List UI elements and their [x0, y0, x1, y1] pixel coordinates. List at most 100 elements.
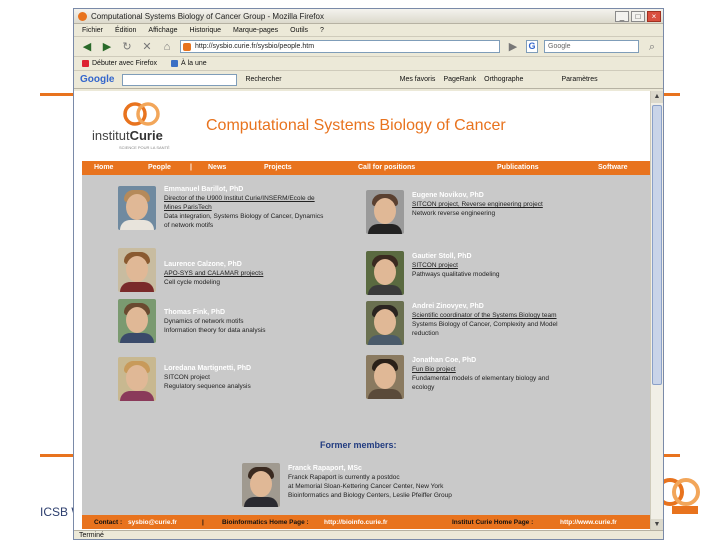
person-role-link[interactable]: Fun Bio project — [412, 366, 456, 373]
nav-news[interactable]: News — [208, 164, 226, 171]
logo-subtitle: SCIENCE POUR LA SANTÉ — [119, 145, 170, 150]
person-role-link[interactable]: APO-SYS and CALAMAR projects — [164, 270, 263, 277]
person-research: Network reverse engineering — [412, 210, 496, 217]
go-icon[interactable]: ▶ — [506, 40, 520, 54]
url-bar[interactable]: http://sysbio.curie.fr/sysbio/people.htm — [180, 40, 500, 53]
nav-software[interactable]: Software — [598, 164, 628, 171]
window-titlebar: Computational Systems Biology of Cancer … — [74, 9, 663, 24]
nav-people[interactable]: People — [148, 164, 171, 171]
nav-publications[interactable]: Publications — [497, 164, 539, 171]
person-name: Jonathan Coe, PhD — [412, 357, 477, 364]
person-research: Franck Rapaport is currently a postdoc — [288, 474, 400, 481]
slide-top-line-right — [664, 93, 680, 96]
google-settings-button[interactable]: Paramètres — [561, 76, 597, 83]
person-role-link[interactable]: Director of the U900 Institut Curie/INSE… — [164, 195, 315, 202]
google-toolbar-input[interactable] — [122, 73, 238, 86]
home-icon[interactable]: ⌂ — [160, 40, 174, 54]
menu-bookmarks[interactable]: Marque-pages — [233, 27, 278, 34]
institut-curie-logo[interactable]: institutCurie SCIENCE POUR LA SANTÉ — [92, 101, 182, 151]
close-button[interactable]: × — [647, 10, 661, 22]
url-text: http://sysbio.curie.fr/sysbio/people.htm — [195, 43, 315, 50]
person-photo — [366, 355, 404, 399]
stop-icon[interactable]: ✕ — [140, 40, 154, 54]
google-search-button[interactable]: Rechercher — [245, 76, 281, 83]
google-toolbar: Google Rechercher Mes favoris PageRank O… — [74, 71, 663, 89]
person-research: at Memorial Sloan-Kettering Cancer Cente… — [288, 483, 444, 490]
google-logo[interactable]: Google — [80, 74, 114, 85]
person-research: Data integration, Systems Biology of Can… — [164, 213, 324, 220]
person-name: Gautier Stoll, PhD — [412, 253, 472, 260]
person-research: Regulatory sequence analysis — [164, 383, 251, 390]
person-name: Loredana Martignetti, PhD — [164, 365, 252, 372]
menu-help[interactable]: ? — [320, 27, 324, 34]
google-spellcheck-button[interactable]: Orthographe — [484, 76, 523, 83]
person-photo — [118, 248, 156, 292]
scrollbar-thumb[interactable] — [652, 105, 662, 385]
former-members-heading: Former members: — [320, 440, 397, 450]
footer-curie-link[interactable]: http://www.curie.fr — [560, 519, 617, 526]
bookmarks-toolbar: Débuter avec Firefox À la une — [74, 57, 663, 71]
site-header: institutCurie SCIENCE POUR LA SANTÉ Comp… — [74, 91, 652, 158]
nav-projects[interactable]: Projects — [264, 164, 292, 171]
vertical-scrollbar[interactable]: ▲ ▼ — [650, 91, 663, 531]
window-title: Computational Systems Biology of Cancer … — [91, 11, 324, 21]
forward-arrow-icon[interactable]: ▶ — [100, 40, 114, 54]
menu-tools[interactable]: Outils — [290, 27, 308, 34]
slide-mid-line-right — [664, 454, 680, 457]
menu-view[interactable]: Affichage — [148, 27, 177, 34]
nav-separator: | — [190, 164, 192, 171]
scroll-up-icon[interactable]: ▲ — [651, 91, 663, 103]
search-engine-icon[interactable]: G — [526, 40, 538, 53]
curie-rings-icon — [123, 102, 160, 126]
search-input[interactable]: Google — [544, 40, 639, 53]
menu-file[interactable]: Fichier — [82, 27, 103, 34]
person-role-link[interactable]: Scientific coordinator of the Systems Bi… — [412, 312, 557, 319]
footer-bioinfo-link[interactable]: http://bioinfo.curie.fr — [324, 519, 388, 526]
menu-edit[interactable]: Édition — [115, 27, 136, 34]
footer-bioinfo-label: Bioinformatics Home Page : — [222, 519, 309, 526]
person-research: Fundamental models of elementary biology… — [412, 375, 549, 382]
person-name: Eugene Novikov, PhD — [412, 192, 484, 199]
person-name: Andrei Zinovyev, PhD — [412, 303, 484, 310]
footer-contact-label: Contact : — [94, 519, 123, 526]
person-role-link[interactable]: SITCON project, Reverse engineering proj… — [412, 201, 543, 208]
people-content: Emmanuel Barillot, PhD Director of the U… — [82, 175, 652, 515]
person-photo — [118, 186, 156, 230]
person-name: Franck Rapaport, MSc — [288, 465, 362, 472]
site-title: Computational Systems Biology of Cancer — [206, 117, 506, 134]
person-research: of network motifs — [164, 222, 214, 229]
person-research: Systems Biology of Cancer, Complexity an… — [412, 321, 558, 328]
person-research: ecology — [412, 384, 435, 391]
person-role-link[interactable]: Mines ParisTech — [164, 204, 212, 211]
bookmark-getting-started[interactable]: Débuter avec Firefox — [82, 60, 157, 67]
person-research: Bioinformatics and Biology Centers, Lesl… — [288, 492, 452, 499]
person-research: Pathways qualitative modeling — [412, 271, 500, 278]
search-magnifier-icon[interactable]: ⌕ — [645, 40, 659, 54]
person-research: Dynamics of network motifs — [164, 318, 244, 325]
footer-contact-link[interactable]: sysbio@curie.fr — [128, 519, 177, 526]
google-pagerank[interactable]: PageRank — [443, 76, 476, 83]
bookmark-news[interactable]: À la une — [170, 60, 207, 67]
person-research: Cell cycle modeling — [164, 279, 220, 286]
page-viewport: institutCurie SCIENCE POUR LA SANTÉ Comp… — [74, 91, 652, 531]
footer-curie-label: Institut Curie Home Page : — [452, 519, 534, 526]
person-photo — [366, 251, 404, 295]
maximize-button[interactable]: □ — [631, 10, 645, 22]
nav-call-for-positions[interactable]: Call for positions — [358, 164, 415, 171]
nav-home[interactable]: Home — [94, 164, 113, 171]
minimize-button[interactable]: _ — [615, 10, 629, 22]
back-arrow-icon[interactable]: ◀ — [80, 40, 94, 54]
menu-history[interactable]: Historique — [189, 27, 221, 34]
person-role-link[interactable]: SITCON project — [412, 262, 458, 269]
google-bookmarks-button[interactable]: Mes favoris — [400, 76, 436, 83]
person-name: Emmanuel Barillot, PhD — [164, 186, 244, 193]
person-research: Information theory for data analysis — [164, 327, 266, 334]
footer-separator: | — [202, 519, 204, 526]
person-name: Thomas Fink, PhD — [164, 309, 226, 316]
person-photo — [242, 463, 280, 507]
site-footer: Contact : sysbio@curie.fr | Bioinformati… — [82, 515, 652, 529]
reload-icon[interactable]: ↻ — [120, 40, 134, 54]
person-photo — [366, 301, 404, 345]
slide: ICSB W Computational Systems Biology of … — [0, 0, 720, 540]
page-favicon-icon — [183, 43, 191, 51]
